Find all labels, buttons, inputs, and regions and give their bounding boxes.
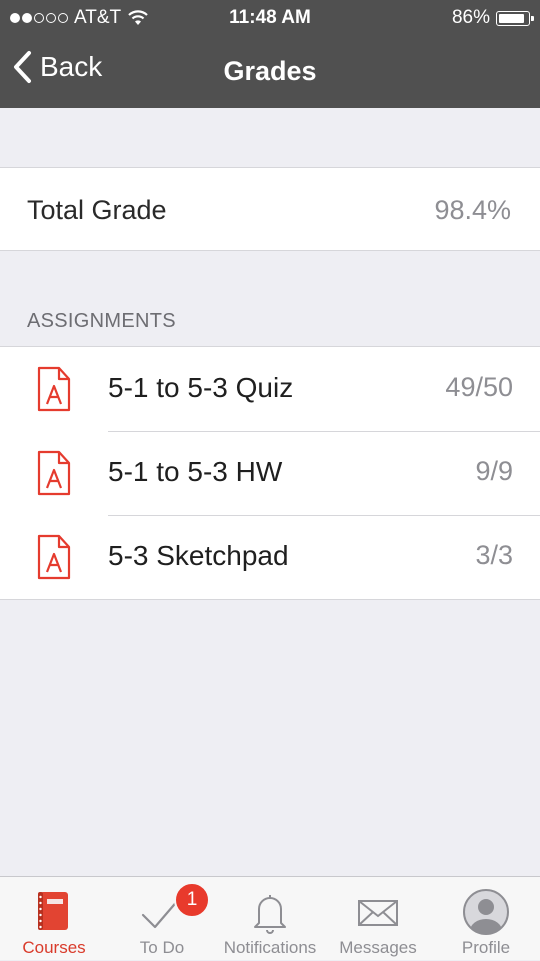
tab-label: To Do [139,938,185,957]
top-bar: AT&T 11:48 AM 86% Back Grades [0,0,540,108]
total-grade-value: 98.4% [434,195,511,225]
tab-messages[interactable]: Messages [324,877,432,961]
assignment-name: 5-1 to 5-3 HW [108,456,283,487]
tab-profile[interactable]: Profile [432,877,540,961]
tab-label: Messages [339,938,417,957]
assignment-name: 5-3 Sketchpad [108,540,289,571]
tab-notifications[interactable]: Notifications [216,877,324,961]
navigation-bar: Back Grades [0,36,540,108]
assignment-name: 5-1 to 5-3 Quiz [108,372,294,403]
assignment-icon [37,366,71,412]
todo-badge: 1 [174,882,210,918]
courses-icon [38,892,68,930]
assignment-score: 9/9 [475,456,513,486]
tab-label: Courses [22,938,86,957]
assignment-score: 49/50 [445,372,513,402]
total-grade-row: Total Grade 98.4% [0,167,540,251]
battery-icon [496,10,534,26]
battery-percent: 86% [451,7,490,28]
assignment-row[interactable]: 5-3 Sketchpad 3/3 [0,515,540,599]
page-title: Grades [223,56,317,86]
assignments-section-header: ASSIGNMENTS [27,310,176,332]
profile-icon [463,889,509,935]
tab-label: Profile [461,938,511,957]
assignments-list: 5-1 to 5-3 Quiz 49/50 5-1 to 5-3 HW 9/9 … [0,346,540,600]
total-grade-label: Total Grade [27,195,167,225]
assignment-icon [37,450,71,496]
assignment-icon [37,534,71,580]
assignment-row[interactable]: 5-1 to 5-3 Quiz 49/50 [0,347,540,431]
assignment-row[interactable]: 5-1 to 5-3 HW 9/9 [0,431,540,515]
tab-courses[interactable]: Courses [0,877,108,961]
bell-icon [254,895,286,934]
envelope-icon [358,900,398,926]
battery-status: 86% [451,7,534,29]
assignment-score: 3/3 [475,540,513,570]
tab-label: Notifications [223,938,317,957]
tab-todo[interactable]: 1 To Do [108,877,216,961]
status-bar: AT&T 11:48 AM 86% [0,0,540,36]
tab-bar: Courses 1 To Do Notifications Messages P… [0,876,540,960]
